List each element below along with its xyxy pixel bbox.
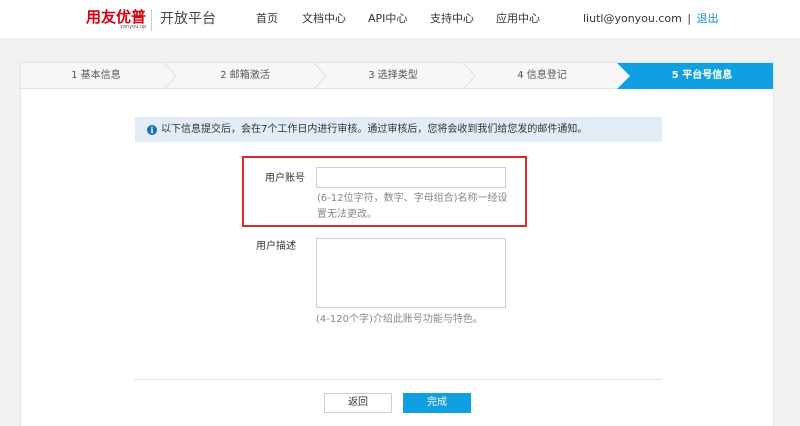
- highlight-box: [242, 156, 527, 227]
- step-4: 4 信息登记: [517, 70, 567, 81]
- user-separator: |: [687, 12, 692, 25]
- nav-home[interactable]: 首页: [256, 12, 278, 26]
- top-header: 用友优普 yonyou up 开放平台 首页 文档中心 API中心 支持中心 应…: [0, 0, 800, 38]
- step-progress-bar: 1 基本信息 2 邮箱激活 3 选择类型 4 信息登记 5 平台号信息: [21, 63, 773, 89]
- user-email[interactable]: liutl@yonyou.com: [583, 12, 682, 25]
- step-5-active: 5 平台号信息: [617, 63, 773, 89]
- description-textarea[interactable]: [316, 238, 506, 308]
- back-button[interactable]: 返回: [324, 393, 392, 413]
- step-5-label: 5 平台号信息: [671, 70, 733, 81]
- info-notice: i 以下信息提交后，会在7个工作日内进行审核。通过审核后，您将会收到我们给您发的邮…: [135, 117, 662, 142]
- nav-docs[interactable]: 文档中心: [302, 12, 346, 26]
- done-button[interactable]: 完成: [403, 393, 471, 413]
- step-3: 3 选择类型: [368, 70, 418, 81]
- description-label: 用户描述: [256, 241, 296, 252]
- user-area: liutl@yonyou.com | 退出: [583, 12, 719, 26]
- nav-api[interactable]: API中心: [368, 12, 407, 26]
- logout-link[interactable]: 退出: [697, 12, 719, 25]
- description-hint: (4-120个字)介绍此账号功能与特色。: [316, 314, 483, 325]
- step-2: 2 邮箱激活: [220, 70, 270, 81]
- nav-support[interactable]: 支持中心: [430, 12, 474, 26]
- nav-apps[interactable]: 应用中心: [496, 12, 540, 26]
- step-1: 1 基本信息: [71, 70, 121, 81]
- notice-text: 以下信息提交后，会在7个工作日内进行审核。通过审核后，您将会收到我们给您发的邮件…: [161, 124, 588, 135]
- info-icon: i: [147, 125, 157, 135]
- registration-card: 1 基本信息 2 邮箱激活 3 选择类型 4 信息登记 5 平台号信息 i 以下信…: [20, 62, 774, 426]
- form-divider: [134, 379, 662, 380]
